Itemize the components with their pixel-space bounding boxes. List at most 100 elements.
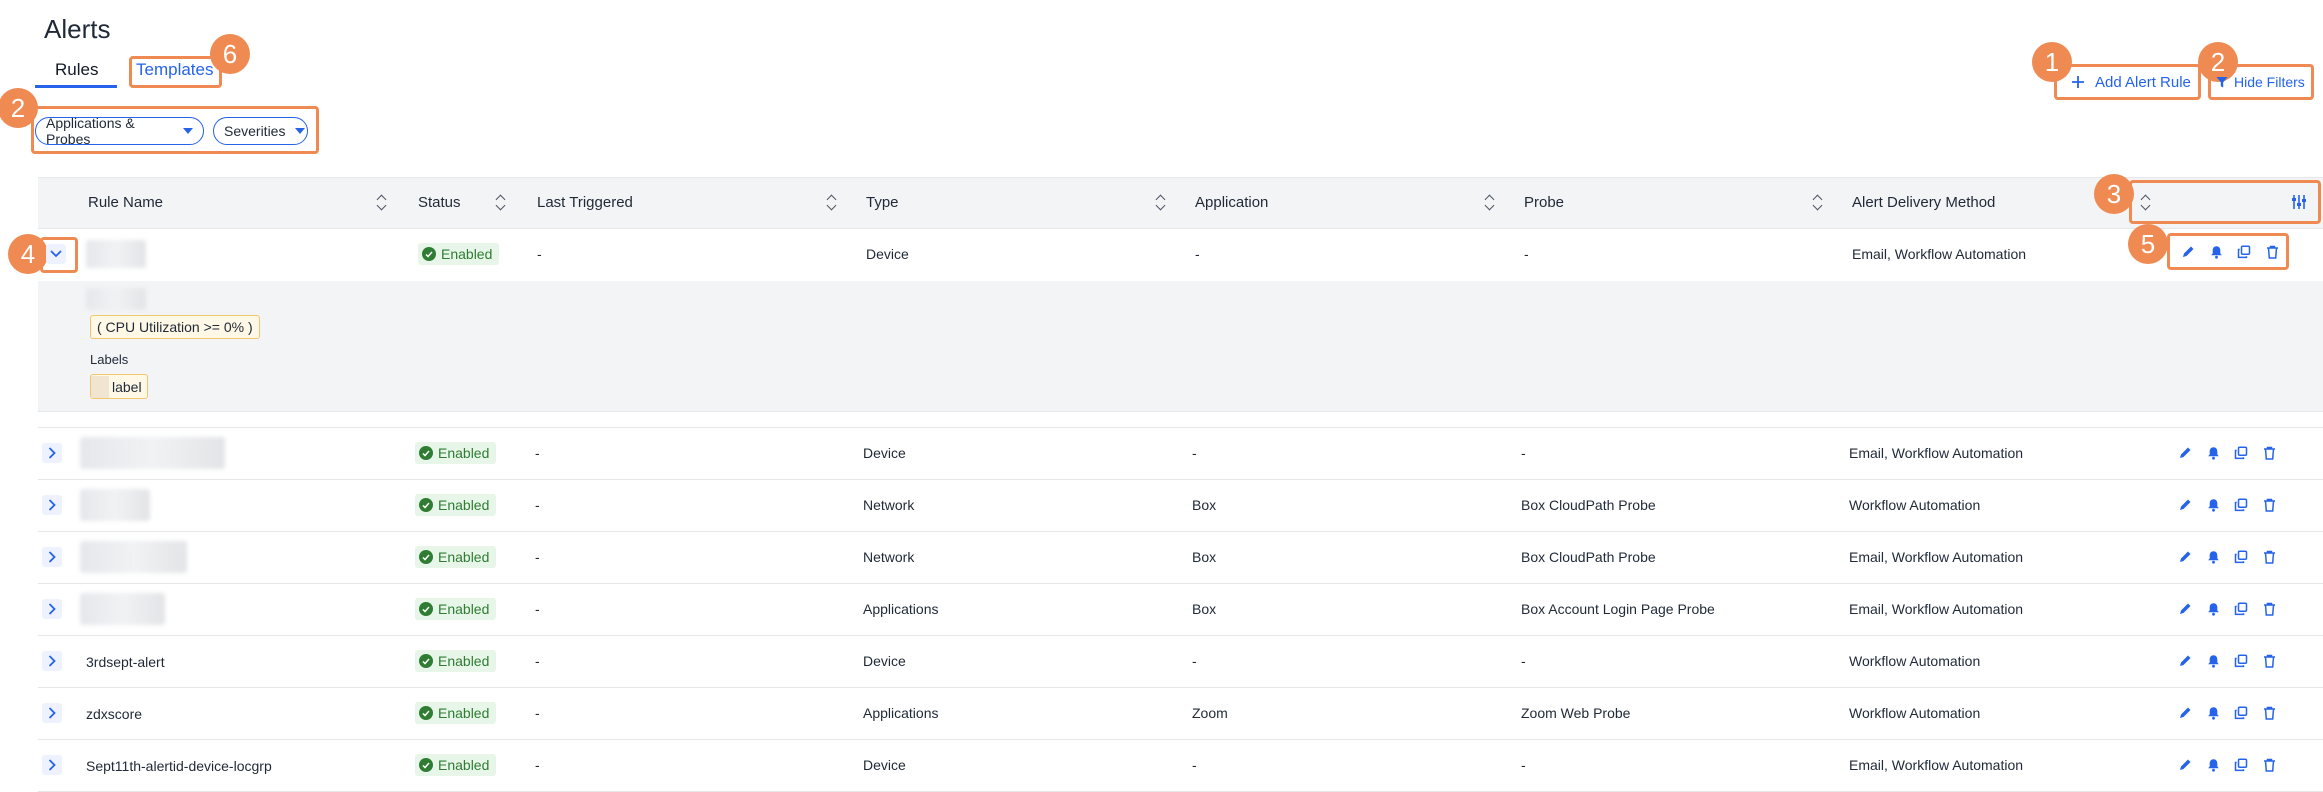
cell-application: - <box>1195 246 1200 262</box>
trash-icon[interactable] <box>2260 446 2278 460</box>
status-label: Enabled <box>441 246 493 262</box>
row-collapse-toggle[interactable] <box>46 244 66 264</box>
sort-icon[interactable] <box>827 193 837 211</box>
cell-delivery: Email, Workflow Automation <box>1852 246 2027 262</box>
filter-severities[interactable]: Severities <box>213 117 308 145</box>
row-expand-toggle[interactable] <box>42 495 62 515</box>
bell-icon[interactable] <box>2204 550 2222 564</box>
row-expand-toggle[interactable] <box>42 443 62 463</box>
sort-icon[interactable] <box>377 193 387 211</box>
filter-applications-probes-label: Applications & Probes <box>46 115 135 147</box>
copy-icon[interactable] <box>2232 706 2250 720</box>
edit-icon[interactable] <box>2176 550 2194 564</box>
cell-probe: - <box>1521 445 1526 461</box>
status-label: Enabled <box>438 653 490 669</box>
col-application[interactable]: Application <box>1195 194 1268 211</box>
plus-icon <box>2072 76 2084 88</box>
row-expand-toggle[interactable] <box>42 703 62 723</box>
rule-name-redacted[interactable] <box>80 593 165 625</box>
cell-last-triggered: - <box>535 601 540 617</box>
cell-type: Device <box>866 246 909 262</box>
edit-icon[interactable] <box>2179 245 2197 259</box>
rule-name-redacted[interactable] <box>80 437 225 469</box>
row-expand-toggle[interactable] <box>42 755 62 775</box>
divider <box>38 427 2323 428</box>
edit-icon[interactable] <box>2176 602 2194 616</box>
row-actions <box>2176 498 2278 512</box>
cell-rule-name[interactable]: 3rdsept-alert <box>86 654 165 670</box>
bell-icon[interactable] <box>2204 706 2222 720</box>
trash-icon[interactable] <box>2263 245 2281 259</box>
bell-icon[interactable] <box>2204 602 2222 616</box>
col-alert-delivery[interactable]: Alert Delivery Method <box>1852 194 1995 211</box>
copy-icon[interactable] <box>2235 245 2253 259</box>
cell-delivery: Email, Workflow Automation <box>1849 601 2024 617</box>
status-badge: Enabled <box>415 598 497 620</box>
cell-rule-name[interactable]: Sept11th-alertid-device-locgrp <box>86 758 272 774</box>
cell-application: Box <box>1192 549 1217 565</box>
col-last-triggered[interactable]: Last Triggered <box>537 194 633 211</box>
trash-icon[interactable] <box>2260 706 2278 720</box>
edit-icon[interactable] <box>2176 498 2194 512</box>
rule-name-redacted[interactable] <box>80 541 187 573</box>
row-expand-toggle[interactable] <box>42 599 62 619</box>
trash-icon[interactable] <box>2260 602 2278 616</box>
sort-icon[interactable] <box>1156 193 1166 211</box>
tab-rules[interactable]: Rules <box>55 60 98 88</box>
row-actions <box>2176 706 2278 720</box>
copy-icon[interactable] <box>2232 498 2250 512</box>
col-probe[interactable]: Probe <box>1524 194 1564 211</box>
filter-icon <box>2216 76 2228 87</box>
edit-icon[interactable] <box>2176 654 2194 668</box>
cell-last-triggered: - <box>535 497 540 513</box>
row-expand-toggle[interactable] <box>42 547 62 567</box>
col-rule-name[interactable]: Rule Name <box>88 194 163 211</box>
status-label: Enabled <box>438 757 490 773</box>
col-type[interactable]: Type <box>866 194 899 211</box>
sort-icon[interactable] <box>1485 193 1495 211</box>
copy-icon[interactable] <box>2232 550 2250 564</box>
chevron-right-icon <box>48 603 56 615</box>
sort-icon[interactable] <box>1813 193 1823 211</box>
trash-icon[interactable] <box>2260 654 2278 668</box>
edit-icon[interactable] <box>2176 446 2194 460</box>
copy-icon[interactable] <box>2232 602 2250 616</box>
trash-icon[interactable] <box>2260 758 2278 772</box>
row-divider <box>38 687 2323 688</box>
cell-rule-name[interactable]: zdxscore <box>86 706 142 722</box>
row-expand-toggle[interactable] <box>42 651 62 671</box>
filter-severities-label: Severities <box>224 123 286 139</box>
bell-icon[interactable] <box>2204 654 2222 668</box>
callout-badge-3: 3 <box>2094 174 2134 214</box>
sort-icon[interactable] <box>496 193 506 211</box>
bell-icon[interactable] <box>2207 245 2225 259</box>
add-alert-rule-button[interactable]: Add Alert Rule <box>2071 71 2191 93</box>
cell-type: Network <box>863 549 915 565</box>
rule-name-redacted[interactable] <box>80 489 150 521</box>
edit-icon[interactable] <box>2176 758 2194 772</box>
chevron-down-icon <box>183 128 193 134</box>
cell-delivery: Workflow Automation <box>1849 705 1981 721</box>
add-alert-rule-label: Add Alert Rule <box>2095 73 2191 91</box>
detail-name-redacted <box>86 288 146 310</box>
copy-icon[interactable] <box>2232 654 2250 668</box>
cell-application: - <box>1192 653 1197 669</box>
label-chip: label <box>90 374 148 399</box>
filter-applications-probes[interactable]: Applications & Probes <box>35 115 204 147</box>
chevron-right-icon <box>48 447 56 459</box>
sort-icon[interactable] <box>2141 193 2151 211</box>
copy-icon[interactable] <box>2232 758 2250 772</box>
check-icon <box>419 446 433 460</box>
column-settings-icon[interactable] <box>2291 194 2307 210</box>
copy-icon[interactable] <box>2232 446 2250 460</box>
trash-icon[interactable] <box>2260 550 2278 564</box>
rule-name-redacted[interactable] <box>86 240 146 268</box>
bell-icon[interactable] <box>2204 446 2222 460</box>
col-status[interactable]: Status <box>418 194 461 211</box>
cell-type: Network <box>863 497 915 513</box>
trash-icon[interactable] <box>2260 498 2278 512</box>
hide-filters-button[interactable]: Hide Filters <box>2216 71 2305 93</box>
bell-icon[interactable] <box>2204 498 2222 512</box>
bell-icon[interactable] <box>2204 758 2222 772</box>
edit-icon[interactable] <box>2176 706 2194 720</box>
